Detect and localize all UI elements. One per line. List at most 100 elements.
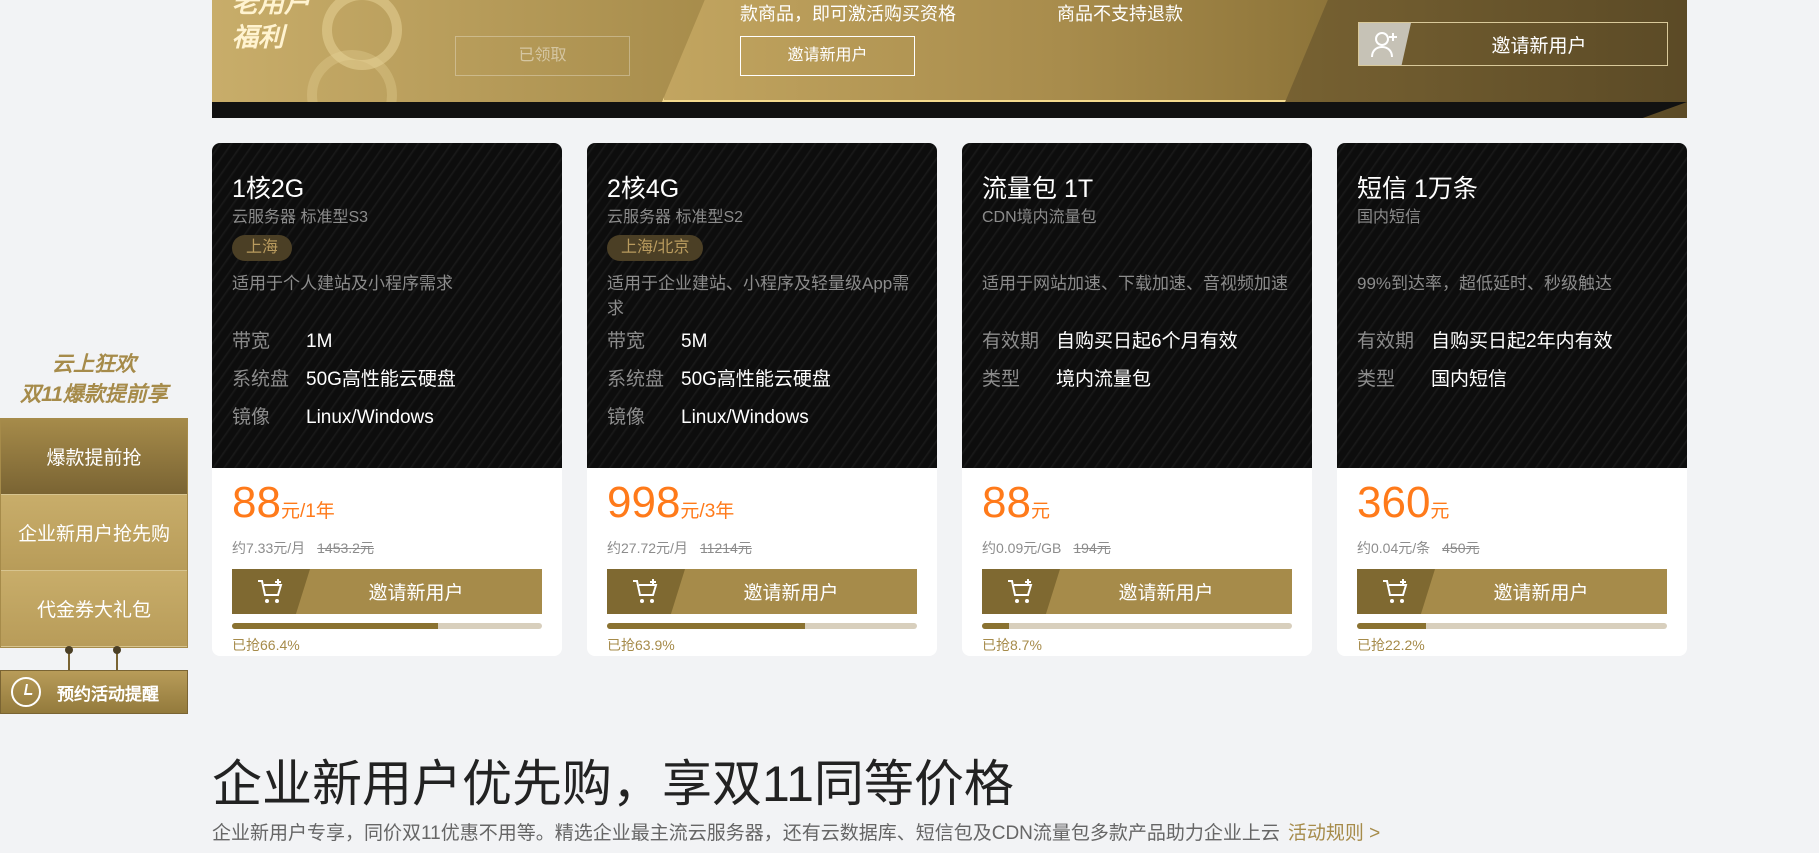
banner-invite-button[interactable]: 邀请新用户 <box>740 36 915 76</box>
card-description: 99%到达率，超低延时、秒级触达 <box>1357 274 1613 293</box>
spec-key: 类型 <box>1357 369 1396 390</box>
spec-row: 类型 境内流量包 <box>982 361 1292 399</box>
price-value: 360 <box>1357 478 1431 527</box>
add-to-cart-icon <box>607 569 685 614</box>
price-value: 88 <box>982 478 1031 527</box>
spec-key: 系统盘 <box>607 369 665 390</box>
spec-key: 有效期 <box>1357 331 1415 352</box>
card-footer: 88元 约0.09元/GB 194元 邀请新用户 已抢8.7% <box>962 468 1312 655</box>
card-header: 流量包 1T CDN境内流量包 适用于网站加速、下载加速、音视频加速 有效期 自… <box>962 143 1312 468</box>
card-footer: 998元/3年 约27.72元/月 11214元 邀请新用户 已抢63.9% <box>587 468 937 655</box>
unit-price-line: 约27.72元/月 11214元 <box>607 539 917 557</box>
card-header: 短信 1万条 国内短信 99%到达率，超低延时、秒级触达 有效期 自购买日起2年… <box>1337 143 1687 468</box>
card-title: 流量包 1T <box>982 175 1094 203</box>
region-badge: 上海 <box>232 235 293 261</box>
spec-value: 自购买日起6个月有效 <box>1056 331 1238 352</box>
spec-row: 镜像 Linux/Windows <box>607 399 917 437</box>
price: 360元 <box>1357 476 1667 539</box>
card-subtitle: CDN境内流量包 <box>982 209 1097 226</box>
clock-icon <box>11 677 41 707</box>
card-footer: 88元/1年 约7.33元/月 1453.2元 邀请新用户 已抢66.4% <box>212 468 562 655</box>
section-title: 企业新用户优先购，享双11同等价格 <box>212 756 1014 812</box>
price-unit: 元/3年 <box>680 501 735 522</box>
spec-value: 5M <box>681 331 708 352</box>
remind-button[interactable]: 预约活动提醒 <box>0 670 188 714</box>
invite-buy-label: 邀请新用户 <box>368 583 464 604</box>
side-nav: 云上狂欢 双11爆款提前享 爆款提前抢 企业新用户抢先购 代金券大礼包 预约活动… <box>0 350 188 714</box>
invite-buy-button[interactable]: 邀请新用户 <box>982 569 1292 614</box>
sold-progress-fill <box>232 623 438 629</box>
sold-progress-fill <box>607 623 806 629</box>
side-nav-heading: 云上狂欢 双11爆款提前享 <box>0 350 188 410</box>
rules-link[interactable]: 活动规则 > <box>1288 823 1380 844</box>
side-nav-item-vouchers[interactable]: 代金券大礼包 <box>1 571 187 647</box>
section-description: 企业新用户专享，同价双11优惠不用等。精选企业最主流云服务器，还有云数据库、短信… <box>212 821 1380 847</box>
spec-value: 境内流量包 <box>1056 369 1152 390</box>
unit-price: 约0.04元/条 <box>1357 540 1431 556</box>
spec-row: 类型 国内短信 <box>1357 361 1667 399</box>
pin-decoration <box>113 646 121 670</box>
sold-progress-fill <box>1357 623 1426 629</box>
unit-price: 约0.09元/GB <box>982 540 1062 556</box>
price-unit: 元/1年 <box>280 501 335 522</box>
sold-percent: 已抢66.4% <box>232 637 300 653</box>
invite-new-user-label: 邀请新用户 <box>1491 35 1587 57</box>
side-nav-item-enterprise[interactable]: 企业新用户抢先购 <box>1 495 187 571</box>
price: 998元/3年 <box>607 476 917 539</box>
card-subtitle: 云服务器 标准型S2 <box>607 209 744 226</box>
spec-value: 自购买日起2年内有效 <box>1431 331 1613 352</box>
spec-key: 带宽 <box>232 331 271 352</box>
price-unit: 元 <box>1030 501 1050 522</box>
spec-key: 有效期 <box>982 331 1040 352</box>
spec-row: 系统盘 50G高性能云硬盘 <box>232 361 542 399</box>
spec-row: 有效期 自购买日起6个月有效 <box>982 323 1292 361</box>
spec-value: 国内短信 <box>1431 369 1508 390</box>
original-price: 1453.2元 <box>317 540 374 556</box>
spec-row: 镜像 Linux/Windows <box>232 399 542 437</box>
card-description: 适用于个人建站及小程序需求 <box>232 274 453 293</box>
invite-buy-label: 邀请新用户 <box>743 583 839 604</box>
invite-buy-button[interactable]: 邀请新用户 <box>607 569 917 614</box>
side-nav-pins <box>0 646 188 670</box>
sold-percent: 已抢63.9% <box>607 637 675 653</box>
price-value: 998 <box>607 478 681 527</box>
spec-value: Linux/Windows <box>681 407 809 428</box>
unit-price: 约27.72元/月 <box>607 540 688 556</box>
sold-progress-bar <box>232 623 542 629</box>
original-price: 194元 <box>1073 540 1111 556</box>
invite-new-user-button[interactable]: 邀请新用户 <box>1358 22 1668 66</box>
spec-row: 有效期 自购买日起2年内有效 <box>1357 323 1667 361</box>
spec-key: 类型 <box>982 369 1021 390</box>
sold-percent: 已抢22.2% <box>1357 637 1425 653</box>
side-nav-list: 爆款提前抢 企业新用户抢先购 代金券大礼包 <box>0 418 188 648</box>
banner-title-line: 老用户 <box>232 0 311 18</box>
price: 88元/1年 <box>232 476 542 539</box>
card-title: 2核4G <box>607 175 680 203</box>
side-nav-heading-line: 双11爆款提前享 <box>20 383 168 406</box>
promo-banner: 老用户 福利 已领取 款商品，即可激活购买资格 商品不支持退款 邀请新用户 邀请… <box>212 0 1687 118</box>
add-to-cart-icon <box>982 569 1060 614</box>
invite-buy-label: 邀请新用户 <box>1493 583 1589 604</box>
card-description: 适用于网站加速、下载加速、音视频加速 <box>982 274 1288 293</box>
spec-row: 带宽 5M <box>607 323 917 361</box>
invite-buy-button[interactable]: 邀请新用户 <box>232 569 542 614</box>
price-unit: 元 <box>1430 501 1450 522</box>
sold-percent: 已抢8.7% <box>982 637 1042 653</box>
card-description: 适用于企业建站、小程序及轻量级App需求 <box>607 274 910 318</box>
sold-progress-bar <box>982 623 1292 629</box>
original-price: 11214元 <box>699 540 752 556</box>
invite-buy-button[interactable]: 邀请新用户 <box>1357 569 1667 614</box>
card-footer: 360元 约0.04元/条 450元 邀请新用户 已抢22.2% <box>1337 468 1687 655</box>
side-nav-item-hot-deals[interactable]: 爆款提前抢 <box>1 419 187 495</box>
add-to-cart-icon <box>232 569 310 614</box>
spec-value: 50G高性能云硬盘 <box>681 369 831 390</box>
card-header: 2核4G 云服务器 标准型S2 上海/北京 适用于企业建站、小程序及轻量级App… <box>587 143 937 468</box>
product-card: 2核4G 云服务器 标准型S2 上海/北京 适用于企业建站、小程序及轻量级App… <box>587 143 937 656</box>
sold-progress-bar <box>1357 623 1667 629</box>
pin-decoration <box>65 646 73 670</box>
card-title: 短信 1万条 <box>1357 175 1478 203</box>
section-desc-text: 企业新用户专享，同价双11优惠不用等。精选企业最主流云服务器，还有云数据库、短信… <box>212 823 1280 844</box>
spec-value: 1M <box>306 331 333 352</box>
sold-progress-bar <box>607 623 917 629</box>
banner-rule-text: 款商品，即可激活购买资格 <box>740 4 956 24</box>
